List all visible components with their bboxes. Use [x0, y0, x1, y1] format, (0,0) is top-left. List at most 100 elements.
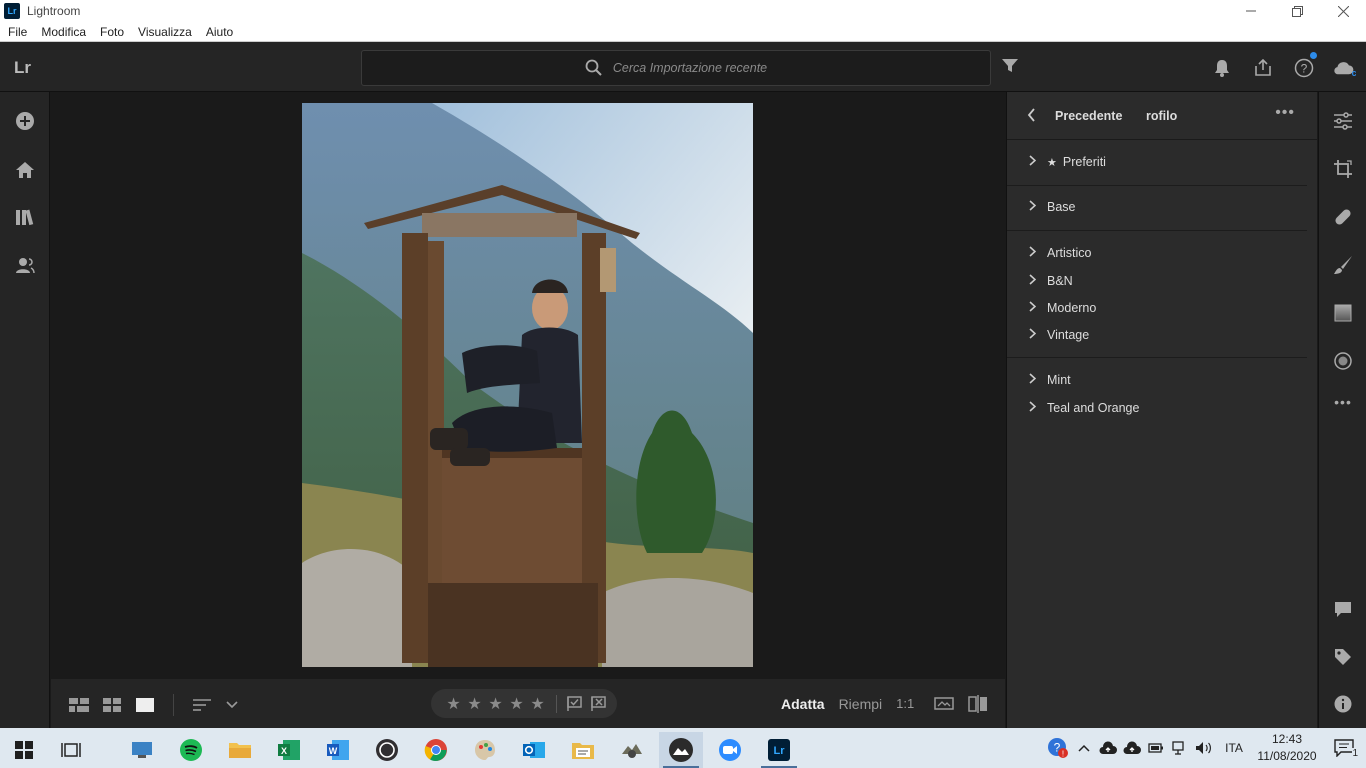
profile-group-artistico[interactable]: Artistico	[1029, 246, 1091, 260]
before-after-icon[interactable]	[934, 696, 954, 712]
app-icon[interactable]	[610, 732, 654, 768]
grid-icon[interactable]	[103, 697, 121, 713]
profile-group-vintage[interactable]: Vintage	[1029, 328, 1089, 342]
start-icon[interactable]	[2, 732, 46, 768]
more-options-icon[interactable]: •••	[1275, 104, 1295, 122]
keyword-tag-icon[interactable]	[1331, 645, 1355, 669]
add-icon[interactable]	[13, 109, 37, 133]
star-1-icon[interactable]: ★	[445, 694, 462, 714]
help-icon[interactable]: ?	[1292, 52, 1317, 79]
zoom-icon[interactable]	[708, 732, 752, 768]
title-bar: Lr Lightroom	[0, 0, 1366, 22]
cloud-upload-icon[interactable]	[1096, 741, 1120, 755]
more-icon[interactable]: •••	[1331, 390, 1355, 414]
profile-group-moderno[interactable]: Moderno	[1029, 301, 1096, 315]
bell-icon[interactable]	[1210, 56, 1233, 79]
divider	[556, 694, 557, 713]
excel-icon[interactable]: X	[267, 732, 311, 768]
right-rail: •••	[1318, 92, 1366, 728]
divider	[1007, 357, 1307, 358]
menu-aiuto[interactable]: Aiuto	[199, 25, 240, 39]
menu-file[interactable]: File	[0, 25, 34, 39]
people-icon[interactable]	[13, 253, 37, 277]
menu-visualizza[interactable]: Visualizza	[131, 25, 199, 39]
linear-gradient-icon[interactable]	[1331, 301, 1355, 325]
notification-dot	[1310, 52, 1317, 59]
edit-sliders-icon[interactable]	[1331, 109, 1355, 133]
folder-icon[interactable]	[561, 732, 605, 768]
library-icon[interactable]	[13, 205, 37, 229]
profile-group-label: Base	[1047, 200, 1076, 214]
profile-group-bn[interactable]: B&N	[1029, 274, 1073, 288]
close-icon[interactable]	[1320, 0, 1366, 22]
notification-center-icon[interactable]: 1	[1322, 739, 1366, 759]
pick-flag-icon[interactable]	[567, 695, 583, 712]
battery-icon[interactable]	[1144, 743, 1168, 753]
share-icon[interactable]	[1251, 56, 1274, 79]
filter-icon[interactable]	[1002, 59, 1018, 73]
zoom-1to1-button[interactable]: 1:1	[896, 696, 914, 711]
profile-group-preferiti[interactable]: ★ Preferiti	[1029, 155, 1106, 169]
comment-icon[interactable]	[1331, 597, 1355, 621]
photo-viewer[interactable]	[51, 92, 1005, 679]
task-view-icon[interactable]	[49, 732, 93, 768]
chrome-icon[interactable]	[414, 732, 458, 768]
menu-modifica[interactable]: Modifica	[34, 25, 93, 39]
healing-icon[interactable]	[1331, 205, 1355, 229]
word-icon[interactable]: W	[316, 732, 360, 768]
app-logo-icon: Lr	[4, 3, 20, 19]
brush-icon[interactable]	[1331, 253, 1355, 277]
zoom-fit-button[interactable]: Adatta	[781, 696, 825, 712]
star-2-icon[interactable]: ★	[466, 694, 483, 714]
crop-icon[interactable]	[1331, 157, 1355, 181]
network-icon[interactable]	[1168, 741, 1192, 755]
minimize-icon[interactable]	[1228, 0, 1274, 22]
obs-icon[interactable]	[365, 732, 409, 768]
square-grid-icon[interactable]	[69, 697, 89, 713]
photo-image[interactable]	[302, 103, 753, 667]
menu-bar: File Modifica Foto Visualizza Aiuto	[0, 22, 1366, 42]
svg-text:c: c	[1352, 67, 1356, 77]
profile-group-label: Artistico	[1047, 246, 1092, 260]
divider	[173, 694, 174, 716]
explorer-remote-icon[interactable]	[120, 732, 164, 768]
photos-icon[interactable]	[659, 732, 703, 768]
back-button[interactable]: Precedente	[1055, 109, 1122, 123]
cloud-upload-icon[interactable]	[1120, 741, 1144, 755]
profile-group-teal-orange[interactable]: Teal and Orange	[1029, 401, 1139, 415]
search-input[interactable]: Cerca Importazione recente	[361, 50, 991, 86]
help-tray-icon[interactable]: ?!	[1044, 737, 1072, 759]
spotify-icon[interactable]	[169, 732, 213, 768]
home-icon[interactable]	[13, 158, 37, 182]
svg-text:?: ?	[1300, 61, 1307, 75]
info-icon[interactable]	[1331, 692, 1355, 716]
lightroom-icon[interactable]: Lr	[757, 732, 801, 768]
detail-view-icon[interactable]	[135, 697, 155, 713]
clock-time: 12:43	[1271, 732, 1303, 746]
back-chevron-icon[interactable]	[1027, 108, 1036, 125]
zoom-fill-button[interactable]: Riempi	[839, 696, 883, 712]
star-3-icon[interactable]: ★	[487, 694, 504, 714]
chevron-right-icon	[1029, 155, 1047, 169]
language-indicator[interactable]: ITA	[1216, 741, 1252, 755]
cloud-sync-icon[interactable]: c	[1333, 56, 1356, 79]
sort-icon[interactable]	[192, 697, 212, 713]
star-4-icon[interactable]: ★	[508, 694, 525, 714]
profile-panel-header: Precedente rofilo •••	[1007, 92, 1317, 140]
photo-illustration	[302, 103, 753, 667]
chevron-down-icon[interactable]	[226, 700, 238, 710]
clock[interactable]: 12:43 11/08/2020	[1252, 731, 1322, 765]
profile-group-base[interactable]: Base	[1029, 200, 1076, 214]
profile-group-mint[interactable]: Mint	[1029, 373, 1071, 387]
restore-icon[interactable]	[1274, 0, 1320, 22]
outlook-icon[interactable]	[512, 732, 556, 768]
reject-flag-icon[interactable]	[591, 695, 607, 712]
volume-icon[interactable]	[1192, 741, 1216, 755]
menu-foto[interactable]: Foto	[93, 25, 131, 39]
chevron-up-icon[interactable]	[1072, 744, 1096, 752]
file-explorer-icon[interactable]	[218, 732, 262, 768]
paint-icon[interactable]	[463, 732, 507, 768]
star-5-icon[interactable]: ★	[529, 694, 546, 714]
compare-icon[interactable]	[968, 694, 988, 713]
radial-gradient-icon[interactable]	[1331, 349, 1355, 373]
